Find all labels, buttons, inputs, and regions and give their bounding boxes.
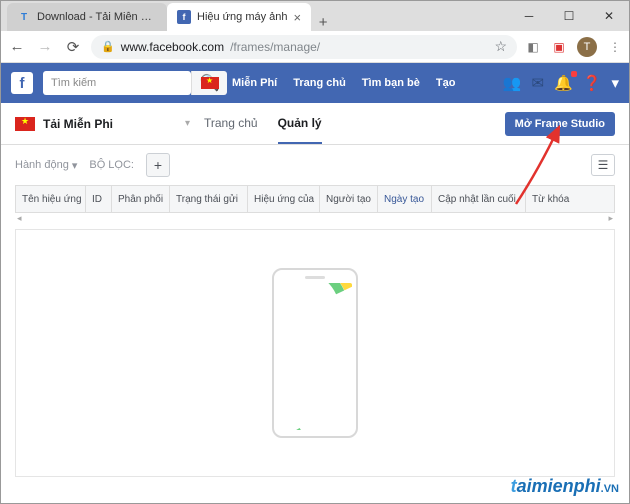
forward-button[interactable]: →	[35, 38, 55, 55]
url-host: www.facebook.com	[121, 40, 224, 54]
phone-speaker-icon	[305, 276, 325, 279]
window-titlebar: T Download - Tải Miễn Phí VN - Ph f Hiệu…	[1, 1, 629, 31]
watermark-text: aimienphi	[517, 476, 601, 496]
preview-canvas	[15, 229, 615, 477]
browser-tab-2[interactable]: f Hiệu ứng máy ảnh ×	[167, 3, 311, 31]
th-created[interactable]: Ngày tạo	[378, 186, 432, 212]
notification-badge	[571, 71, 577, 77]
tab-trangchu[interactable]: Trang chủ	[204, 103, 258, 144]
table-header-row: Tên hiệu ứng ID Phân phối Trạng thái gửi…	[15, 185, 615, 213]
nav-tao[interactable]: Tạo	[429, 77, 463, 89]
browser-tab-1[interactable]: T Download - Tải Miễn Phí VN - Ph	[7, 3, 167, 31]
facebook-header: f Tìm kiếm 🔍 Miễn Phí Trang chủ Tìm bạn …	[1, 63, 629, 103]
close-button[interactable]: ✕	[589, 1, 629, 31]
phone-screen	[278, 283, 352, 430]
fb-search-input[interactable]: Tìm kiếm	[43, 71, 191, 95]
messenger-icon[interactable]: ✉	[532, 74, 545, 92]
notifications-icon[interactable]: 🔔	[554, 74, 573, 92]
tab-favicon-t-icon: T	[17, 10, 31, 24]
th-id[interactable]: ID	[86, 186, 112, 212]
filter-row: Hành động ▾ BỘ LỌC: + ☰	[1, 145, 629, 185]
facebook-logo-icon[interactable]: f	[11, 72, 33, 94]
th-dist[interactable]: Phân phối	[112, 186, 170, 212]
browser-tabs: T Download - Tải Miễn Phí VN - Ph f Hiệu…	[1, 1, 335, 31]
minimize-button[interactable]: ─	[509, 1, 549, 31]
maximize-button[interactable]: ☐	[549, 1, 589, 31]
tab-quanly[interactable]: Quản lý	[278, 103, 322, 144]
extension-icon[interactable]: ▣	[551, 39, 567, 55]
nav-trangchu[interactable]: Trang chủ	[286, 77, 353, 89]
column-settings-button[interactable]: ☰	[591, 154, 615, 176]
chevron-down-icon: ▾	[72, 159, 78, 172]
phone-mockup	[272, 268, 358, 438]
sub-header: Tải Miễn Phi ▾ Trang chủ Quản lý Mở Fram…	[1, 103, 629, 145]
th-name[interactable]: Tên hiệu ứng	[16, 186, 86, 212]
add-filter-button[interactable]: +	[146, 153, 170, 177]
bookmark-star-icon[interactable]: ☆	[494, 38, 507, 55]
dropdown-icon[interactable]: ▾	[611, 74, 619, 92]
table-scrollbar[interactable]: ◂▸	[15, 213, 615, 225]
tab-close-icon[interactable]: ×	[294, 10, 302, 25]
chevron-down-icon: ▾	[185, 118, 190, 129]
page-name: Tải Miễn Phi	[43, 117, 113, 131]
menu-dots-icon[interactable]: ⋮	[607, 39, 623, 55]
help-icon[interactable]: ❓	[583, 74, 602, 92]
page-flag-icon	[15, 117, 35, 131]
sub-tabs: Trang chủ Quản lý	[204, 103, 322, 144]
tab-title: Hiệu ứng máy ảnh	[197, 11, 288, 23]
fb-nav: Miễn Phí Trang chủ Tìm bạn bè Tạo	[201, 77, 462, 89]
profile-avatar[interactable]: T	[577, 37, 597, 57]
fb-header-icons: 👥 ✉ 🔔 ❓ ▾	[503, 74, 619, 92]
url-input[interactable]: 🔒 www.facebook.com/frames/manage/ ☆	[91, 35, 517, 59]
url-path: /frames/manage/	[230, 40, 320, 54]
new-tab-button[interactable]: +	[311, 14, 335, 31]
open-frame-studio-button[interactable]: Mở Frame Studio	[505, 112, 615, 136]
table-area: Tên hiệu ứng ID Phân phối Trạng thái gửi…	[1, 185, 629, 225]
tab-favicon-fb-icon: f	[177, 10, 191, 24]
friends-icon[interactable]: 👥	[503, 74, 522, 92]
address-bar: ← → ⟳ 🔒 www.facebook.com/frames/manage/ …	[1, 31, 629, 63]
page-selector[interactable]: Tải Miễn Phi ▾	[15, 117, 190, 131]
tab-title: Download - Tải Miễn Phí VN - Ph	[37, 11, 157, 23]
th-status[interactable]: Trạng thái gửi	[170, 186, 248, 212]
watermark: taimienphi.VN	[511, 476, 619, 497]
th-creator[interactable]: Người tạo	[320, 186, 378, 212]
action-dropdown[interactable]: Hành động ▾	[15, 159, 77, 172]
extension-icons: ◧ ▣ T ⋮	[525, 37, 623, 57]
reload-button[interactable]: ⟳	[63, 38, 83, 56]
filter-label: BỘ LỌC:	[89, 159, 134, 171]
back-button[interactable]: ←	[7, 38, 27, 55]
action-label: Hành động	[15, 159, 69, 171]
nav-mienphi[interactable]: Miễn Phí	[225, 77, 284, 89]
window-controls: ─ ☐ ✕	[509, 1, 629, 31]
watermark-vn: .VN	[601, 483, 619, 495]
th-keywords[interactable]: Từ khóa	[526, 186, 614, 212]
th-updated[interactable]: Cập nhật lần cuối	[432, 186, 526, 212]
lock-icon: 🔒	[101, 40, 115, 53]
extension-icon[interactable]: ◧	[525, 39, 541, 55]
nav-timbanbe[interactable]: Tìm bạn bè	[355, 77, 427, 89]
th-effect-of[interactable]: Hiệu ứng của	[248, 186, 320, 212]
vn-flag-icon	[201, 77, 219, 89]
